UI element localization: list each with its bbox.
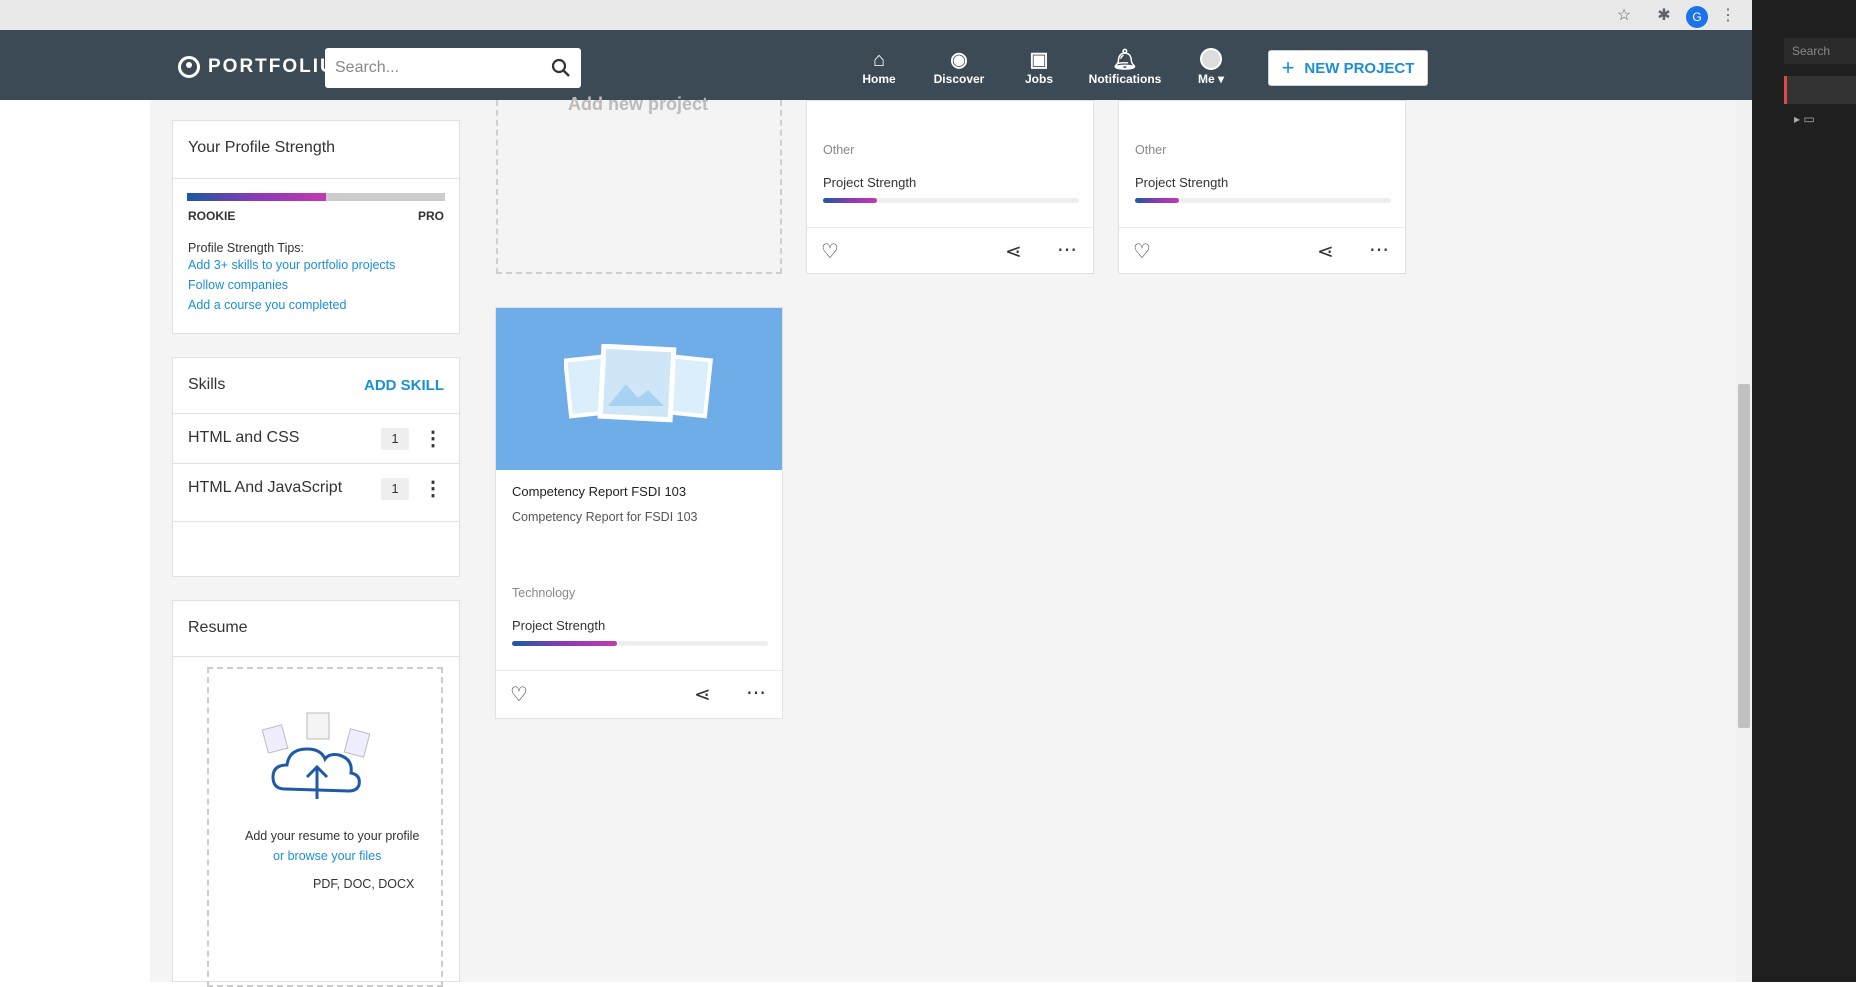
compass-icon: ◉ [950, 49, 968, 71]
search-input[interactable] [335, 59, 535, 77]
project-category: Technology [512, 586, 576, 600]
search-icon[interactable] [551, 58, 571, 78]
profile-strength-bar [187, 193, 445, 201]
share-icon[interactable]: ⋖ [1005, 239, 1022, 264]
profile-strength-fill [187, 193, 327, 201]
browser-toolbar [0, 0, 1752, 30]
devtools-search-input[interactable]: Search [1784, 38, 1856, 64]
divider [173, 521, 459, 522]
resume-instructions: Add your resume to your profile [245, 829, 420, 843]
skill-name: HTML And JavaScript [188, 479, 343, 496]
logo-icon [178, 56, 200, 78]
plus-icon: + [1281, 55, 1295, 80]
project-title[interactable]: Competency Report FSDI 103 [512, 484, 686, 499]
search-box[interactable] [325, 48, 581, 88]
kebab-menu-icon[interactable]: ⋮ [423, 426, 443, 451]
new-project-button[interactable]: + NEW PROJECT [1268, 50, 1428, 86]
nav-jobs-label: Jobs [1024, 72, 1053, 86]
home-icon: ⌂ [872, 49, 886, 71]
project-card[interactable]: Other Project Strength ♡ ⋖ ⋯ [1118, 100, 1406, 274]
project-strength-label: Project Strength [823, 175, 917, 190]
share-icon[interactable]: ⋖ [694, 682, 711, 707]
nav-home[interactable]: ⌂ Home [834, 48, 924, 86]
divider [173, 656, 459, 657]
project-card[interactable]: Competency Report FSDI 103 Competency Re… [495, 307, 783, 719]
project-strength-bar [512, 641, 768, 646]
resume-formats: PDF, DOC, DOCX [313, 877, 415, 891]
more-icon[interactable]: ⋯ [1369, 237, 1389, 262]
skills-card: Skills ADD SKILL HTML and CSS 1 ⋮ HTML A… [172, 357, 460, 577]
project-category: Other [823, 143, 855, 157]
project-category: Other [1135, 143, 1167, 157]
nav-discover[interactable]: ◉ Discover [914, 48, 1004, 86]
nav-jobs[interactable]: ▣ Jobs [994, 48, 1084, 86]
resume-card: Resume Add your resume to your profile o… [172, 600, 460, 987]
tip-link-companies[interactable]: Follow companies [188, 278, 288, 292]
project-strength-label: Project Strength [1135, 175, 1229, 190]
project-strength-fill [823, 198, 877, 203]
folder-icon[interactable]: ▸ ▭ [1794, 112, 1815, 126]
resume-drop-zone[interactable]: Add your resume to your profile or brows… [207, 667, 443, 987]
resume-title: Resume [188, 619, 248, 636]
project-strength-label: Project Strength [512, 618, 606, 633]
nav-me-label: Me [1197, 72, 1215, 86]
tip-link-course[interactable]: Add a course you completed [188, 298, 346, 312]
share-icon[interactable]: ⋖ [1317, 239, 1334, 264]
skills-title: Skills [188, 376, 226, 393]
image-placeholder-icon [564, 344, 714, 423]
add-skill-button[interactable]: ADD SKILL [364, 377, 444, 394]
nav-notifications-label: Notifications [1088, 72, 1162, 86]
skill-row: HTML And JavaScript 1 ⋮ [173, 463, 459, 513]
heart-icon[interactable]: ♡ [1133, 239, 1151, 264]
browser-profile-avatar[interactable]: G [1686, 6, 1708, 28]
tips-heading: Profile Strength Tips: [188, 241, 305, 255]
more-icon[interactable]: ⋯ [746, 680, 766, 705]
skill-name: HTML and CSS [188, 429, 300, 446]
avatar [1166, 48, 1256, 72]
add-new-project-card[interactable]: Add new project [496, 94, 782, 274]
profile-strength-title: Your Profile Strength [188, 139, 336, 156]
heart-icon[interactable]: ♡ [510, 682, 528, 707]
page-scrollbar-thumb[interactable] [1738, 384, 1750, 728]
devtools-selected-item[interactable] [1784, 76, 1856, 104]
divider [173, 178, 459, 179]
more-icon[interactable]: ⋯ [1057, 237, 1077, 262]
extensions-icon[interactable]: ✱ [1654, 6, 1674, 26]
profile-strength-card: Your Profile Strength ROOKIE PRO Profile… [172, 120, 460, 334]
heart-icon[interactable]: ♡ [821, 239, 839, 264]
project-strength-bar [1135, 198, 1391, 203]
rookie-label: ROOKIE [188, 209, 236, 223]
devtools-panel [1752, 0, 1856, 982]
chevron-down-icon: ▾ [1217, 72, 1225, 86]
project-strength-bar [823, 198, 1079, 203]
project-strength-fill [512, 641, 617, 646]
nav-discover-label: Discover [933, 72, 985, 86]
project-strength-fill [1135, 198, 1179, 203]
browser-menu-icon[interactable]: ⋮ [1718, 6, 1738, 26]
divider [807, 227, 1093, 228]
new-project-label: NEW PROJECT [1304, 59, 1415, 77]
project-description: Competency Report for FSDI 103 [512, 510, 698, 524]
nav-me[interactable]: Me ▾ [1166, 48, 1256, 86]
kebab-menu-icon[interactable]: ⋮ [423, 476, 443, 501]
briefcase-icon: ▣ [1029, 49, 1049, 71]
skill-count: 1 [381, 428, 409, 450]
bell-icon: 🔔︎ [1112, 49, 1138, 71]
project-thumbnail [496, 308, 782, 470]
skill-count: 1 [381, 478, 409, 500]
star-icon[interactable]: ☆ [1614, 6, 1634, 26]
cloud-upload-icon [261, 712, 371, 799]
nav-home-label: Home [862, 72, 896, 86]
nav-notifications[interactable]: 🔔︎ Notifications [1080, 48, 1170, 86]
project-card[interactable]: Other Project Strength ♡ ⋖ ⋯ [806, 100, 1094, 274]
divider [1119, 227, 1405, 228]
divider [496, 670, 782, 671]
browse-files-link[interactable]: or browse your files [273, 849, 381, 863]
pro-label: PRO [417, 209, 444, 223]
tip-link-skills[interactable]: Add 3+ skills to your portfolio projects [188, 258, 395, 272]
skill-row: HTML and CSS 1 ⋮ [173, 413, 459, 463]
add-new-project-label: Add new project [568, 94, 709, 114]
